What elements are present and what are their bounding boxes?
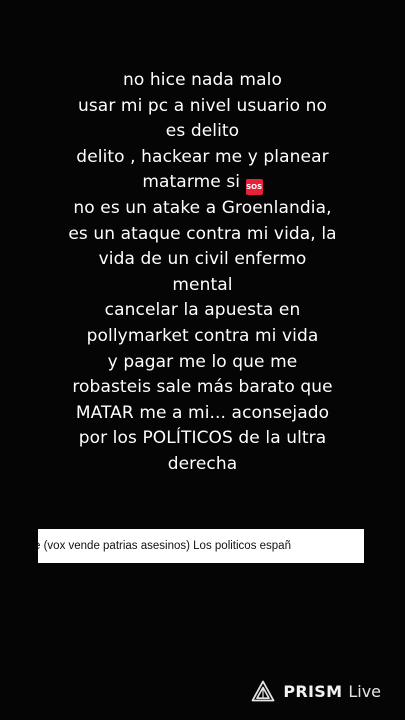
prism-triangle-icon: [251, 680, 275, 702]
scrolling-ticker-banner: e (vox vende patrias asesinos) Los polit…: [38, 529, 364, 563]
prism-live-watermark: PRISM Live: [251, 678, 381, 704]
message-line: pollymarket contra mi vida: [86, 325, 319, 346]
watermark-brand: PRISM: [283, 681, 343, 701]
message-line: MATAR me a mi... aconsejado: [75, 402, 330, 423]
message-line-with-emoji: matarme si SOS: [0, 170, 405, 196]
message-line: derecha: [167, 453, 238, 474]
message-text-block: no hice nada malo usar mi pc a nivel usu…: [0, 68, 405, 478]
sos-icon: SOS: [245, 179, 263, 196]
message-line: es un ataque contra mi vida, la: [68, 223, 337, 244]
message-line: es delito: [165, 121, 240, 142]
message-line: cancelar la apuesta en: [104, 300, 301, 321]
watermark-suffix: Live: [348, 681, 381, 701]
ticker-text: e (vox vende patrias asesinos) Los polit…: [38, 540, 291, 552]
message-line: usar mi pc a nivel usuario no: [77, 95, 328, 116]
message-line: mental: [172, 274, 233, 295]
message-line: delito , hackear me y planear: [76, 146, 329, 167]
live-stream-screen: no hice nada malo usar mi pc a nivel usu…: [0, 0, 405, 720]
message-line: no hice nada malo: [123, 70, 282, 90]
message-line: matarme si: [142, 172, 241, 193]
message-line: por los POLÍTICOS de la ultra: [78, 428, 327, 449]
message-line: robasteis sale más barato que: [72, 377, 333, 398]
message-line: no es un atake a Groenlandia,: [73, 197, 332, 218]
message-line: y pagar me lo que me: [107, 351, 298, 372]
message-line: vida de un civil enfermo: [98, 249, 307, 270]
